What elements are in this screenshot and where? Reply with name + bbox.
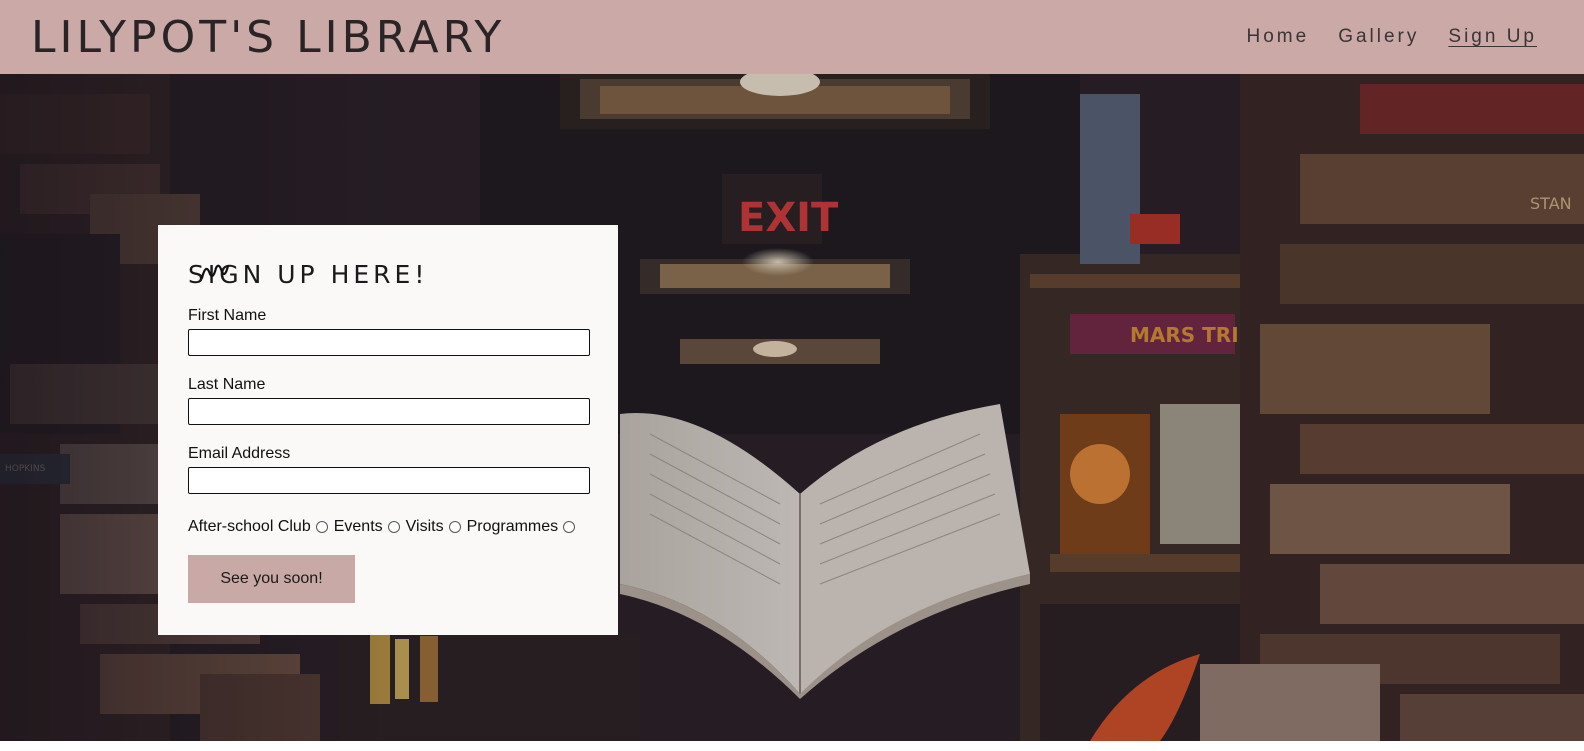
submit-button[interactable]: See you soon! <box>188 555 355 603</box>
last-name-input[interactable] <box>188 398 590 425</box>
email-label: Email Address <box>188 445 291 462</box>
option-label-events: Events <box>333 518 383 535</box>
option-label-after-school: After-school Club <box>188 518 311 535</box>
radio-visits[interactable] <box>448 521 461 533</box>
main-nav: Home Gallery Sign Up <box>1218 24 1537 50</box>
option-label-programmes: Programmes <box>466 518 559 535</box>
nav-sign-up[interactable]: Sign Up <box>1448 24 1537 50</box>
first-name-input[interactable] <box>188 329 590 356</box>
site-header: LILYPOT'S LIBRARY Home Gallery Sign Up <box>0 0 1584 74</box>
interest-options: After-school Club Events Visits Programm… <box>188 518 581 536</box>
nav-gallery[interactable]: Gallery <box>1338 24 1419 50</box>
site-brand[interactable]: LILYPOT'S LIBRARY <box>31 12 505 64</box>
sign-up-card: SIGN UP HERE! First Name Last Name Email… <box>158 225 618 635</box>
squiggle-icon <box>200 264 230 280</box>
radio-events[interactable] <box>387 521 400 533</box>
nav-home[interactable]: Home <box>1247 24 1310 50</box>
radio-programmes[interactable] <box>563 521 576 533</box>
first-name-label: First Name <box>188 307 267 324</box>
radio-after-school[interactable] <box>315 521 328 533</box>
email-input[interactable] <box>188 467 590 494</box>
sign-up-heading: SIGN UP HERE! <box>188 260 428 289</box>
option-label-visits: Visits <box>405 518 444 535</box>
hero-library-image: EXIT HOPKINS MARS TRILOGY <box>0 74 1584 741</box>
last-name-label: Last Name <box>188 376 266 393</box>
